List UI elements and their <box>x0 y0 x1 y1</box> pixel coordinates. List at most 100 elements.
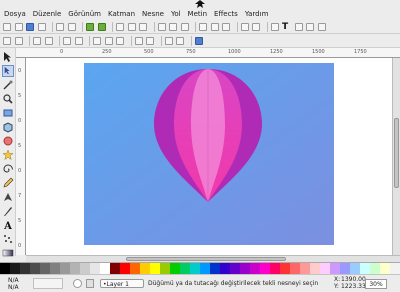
ruler-tick-label: 1750 <box>354 49 367 55</box>
toolbox: A <box>0 48 16 259</box>
align-icon[interactable] <box>306 22 314 31</box>
copy-icon[interactable] <box>116 22 124 31</box>
zoom-page-icon[interactable] <box>180 22 189 31</box>
xml-editor-icon[interactable] <box>294 22 303 31</box>
show-handles-icon[interactable] <box>194 37 203 45</box>
smooth-node-icon[interactable] <box>104 37 113 45</box>
preferences-icon[interactable] <box>317 22 326 31</box>
drawing-canvas[interactable] <box>26 58 392 255</box>
commands-toolbar: T <box>0 20 400 34</box>
cursor-x-label: X: <box>334 276 341 283</box>
toolbar-separator <box>112 21 113 32</box>
ruler-tick-label: 5 <box>18 143 22 149</box>
vertical-scrollbar[interactable] <box>392 58 400 255</box>
redo-icon[interactable] <box>97 22 106 31</box>
star-tool-icon[interactable] <box>2 149 14 161</box>
menu-gorunum[interactable]: Görünüm <box>65 9 105 19</box>
zoom-tool-icon[interactable] <box>2 93 14 105</box>
cusp-node-icon[interactable] <box>93 37 101 45</box>
segment-curve-icon[interactable] <box>146 37 154 45</box>
object-to-path-icon[interactable] <box>164 37 173 45</box>
undo-icon[interactable] <box>86 22 94 31</box>
clone-icon[interactable] <box>210 22 219 31</box>
ruler-tick-label: 5 <box>18 218 22 224</box>
menu-effects[interactable]: Effects <box>211 9 242 19</box>
menu-metin[interactable]: Metin <box>184 9 210 19</box>
menu-katman[interactable]: Katman <box>104 9 138 19</box>
layer-selector[interactable]: •Layer 1 <box>100 279 144 288</box>
new-document-icon[interactable] <box>3 22 11 31</box>
open-icon[interactable] <box>14 22 23 31</box>
horizontal-scroll-thumb[interactable] <box>126 257 286 261</box>
toolbar-separator <box>59 36 60 46</box>
join-segment-icon[interactable] <box>63 37 71 45</box>
toolbar-separator <box>160 36 162 46</box>
export-icon[interactable] <box>67 22 76 31</box>
zoom-drawing-icon[interactable] <box>169 22 177 31</box>
menu-dosya[interactable]: Dosya <box>0 9 29 19</box>
text-tool-icon[interactable]: A <box>2 219 14 231</box>
gradient-tool-icon[interactable] <box>2 247 14 259</box>
ruler-tick-label: 5 <box>18 93 22 99</box>
cut-icon[interactable] <box>127 22 136 31</box>
menu-duzenle[interactable]: Düzenle <box>29 9 65 19</box>
ellipse-tool-icon[interactable] <box>2 135 14 147</box>
insert-node-icon[interactable] <box>3 37 11 45</box>
fill-stroke-swatch[interactable] <box>33 278 63 289</box>
svg-text:A: A <box>3 221 12 231</box>
toolbar-separator <box>82 21 83 32</box>
join-nodes-icon[interactable] <box>33 37 41 45</box>
zoom-field[interactable]: 30% <box>365 279 387 289</box>
group-icon[interactable] <box>240 22 249 31</box>
text-font-icon[interactable]: T <box>282 22 291 31</box>
cursor-y-value: 1223.33 <box>341 283 366 290</box>
ruler-tick-label: 0 <box>60 49 64 55</box>
ruler-tick-label: 1500 <box>312 49 325 55</box>
color-palette <box>0 262 400 275</box>
3d-box-tool-icon[interactable] <box>2 121 14 133</box>
fill-stroke-icon[interactable] <box>270 22 279 31</box>
ruler-tick-label: 0 <box>18 68 22 74</box>
duplicate-icon[interactable] <box>199 22 207 31</box>
calligraphy-tool-icon[interactable] <box>2 205 14 217</box>
ruler-tick-label: 750 <box>186 49 196 55</box>
selector-tool-icon[interactable] <box>2 51 14 63</box>
zoom-selection-icon[interactable] <box>157 22 166 31</box>
ruler-tick-label: 7 <box>18 193 22 199</box>
ungroup-icon[interactable] <box>252 22 260 31</box>
status-bar: N/A N/A •Layer 1 Düğümü ya da tutacağı d… <box>0 274 400 292</box>
ruler-tick-label: 1000 <box>228 49 241 55</box>
horizontal-scrollbar[interactable] <box>26 255 400 262</box>
spray-tool-icon[interactable] <box>2 233 14 245</box>
segment-line-icon[interactable] <box>134 37 143 45</box>
toolbar-separator <box>195 21 196 32</box>
menu-yardim[interactable]: Yardım <box>241 9 272 19</box>
menu-nesne[interactable]: Nesne <box>139 9 168 19</box>
tweak-tool-icon[interactable] <box>2 79 14 91</box>
toolbar-separator <box>52 21 53 32</box>
toolbar-separator <box>89 36 90 46</box>
status-message: Düğümü ya da tutacağı değiştirilecek tek… <box>148 280 319 287</box>
delete-segment-icon[interactable] <box>74 37 83 45</box>
print-icon[interactable] <box>37 22 46 31</box>
node-tool-icon[interactable] <box>2 65 14 77</box>
break-path-icon[interactable] <box>44 37 53 45</box>
rectangle-tool-icon[interactable] <box>2 107 14 119</box>
vertical-ruler: 0 5 0 5 0 7 5 0 <box>16 58 26 255</box>
paste-icon[interactable] <box>139 22 147 31</box>
pencil-tool-icon[interactable] <box>2 177 14 189</box>
stroke-to-path-icon[interactable] <box>176 37 184 45</box>
delete-node-icon[interactable] <box>14 37 23 45</box>
visibility-toggle-icon[interactable] <box>73 279 82 288</box>
unlink-clone-icon[interactable] <box>222 22 230 31</box>
pen-tool-icon[interactable] <box>2 191 14 203</box>
menu-bar: Dosya Düzenle Görünüm Katman Nesne Yol M… <box>0 9 400 19</box>
drawing-artwork <box>84 63 334 245</box>
lock-icon[interactable] <box>86 279 94 288</box>
import-icon[interactable] <box>56 22 64 31</box>
menu-yol[interactable]: Yol <box>167 9 184 19</box>
symmetric-node-icon[interactable] <box>116 37 124 45</box>
spiral-tool-icon[interactable] <box>2 163 14 175</box>
save-icon[interactable] <box>26 22 34 31</box>
vertical-scroll-thumb[interactable] <box>394 118 399 188</box>
